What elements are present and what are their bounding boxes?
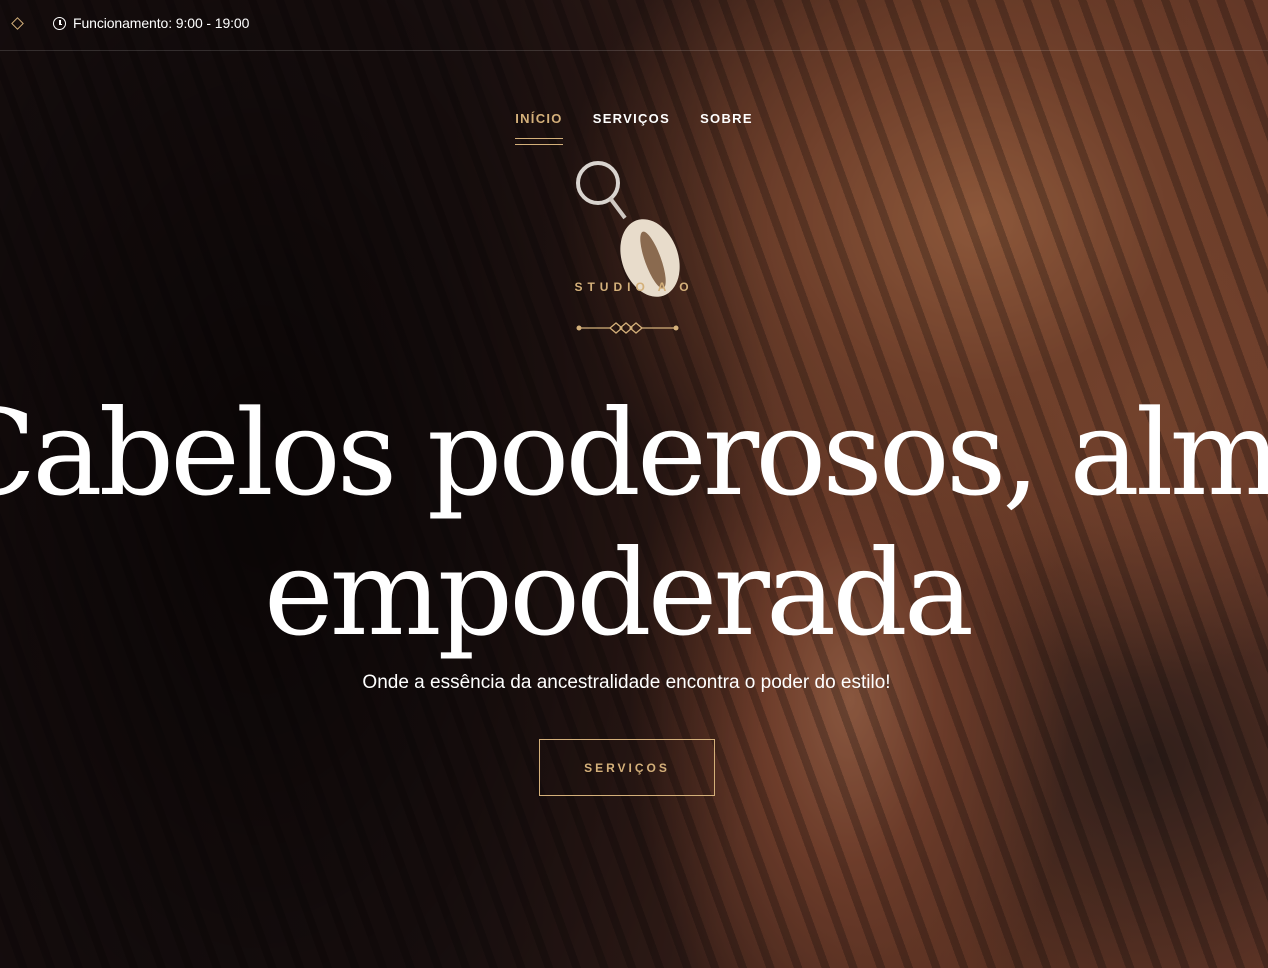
headline-line-2: empoderada: [263, 524, 974, 662]
headline-line-1: Cabelos poderosos, alma: [0, 384, 1268, 522]
top-bar: Funcionamento: 9:00 - 19:00: [0, 0, 1268, 51]
nav-item-inicio[interactable]: INÍCIO: [515, 111, 563, 145]
opening-hours: Funcionamento: 9:00 - 19:00: [73, 15, 250, 31]
nav-item-sobre[interactable]: SOBRE: [700, 111, 753, 126]
hero-headline: Cabelos poderosos, alma empoderada: [0, 383, 1268, 663]
ornament-divider: [576, 322, 679, 334]
hero-section: Funcionamento: 9:00 - 19:00 INÍCIO SERVI…: [0, 0, 1268, 968]
brand-name: STUDIO A O: [574, 280, 694, 294]
main-nav: INÍCIO SERVIÇOS SOBRE: [0, 111, 1268, 145]
diamond-icon: [11, 17, 24, 30]
services-button[interactable]: SERVIÇOS: [539, 739, 715, 796]
nav-item-servicos[interactable]: SERVIÇOS: [593, 111, 670, 126]
clock-icon: [53, 17, 66, 30]
hero-subtitle: Onde a essência da ancestralidade encont…: [362, 672, 891, 693]
